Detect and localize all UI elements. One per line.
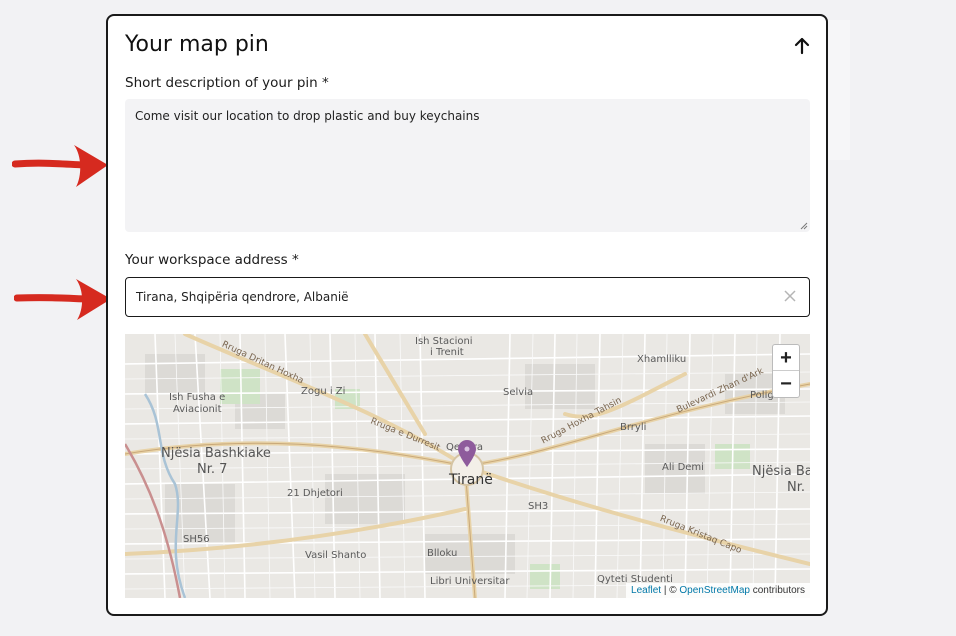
map-label: Nr. 7 bbox=[197, 462, 228, 477]
zoom-in-button[interactable]: + bbox=[773, 345, 799, 371]
address-input[interactable]: Tirana, Shqipëria qendrore, Albanië bbox=[125, 277, 810, 317]
attribution-tail: contributors bbox=[749, 585, 805, 596]
background-panel bbox=[826, 20, 850, 160]
description-value: Come visit our location to drop plastic … bbox=[135, 109, 480, 123]
map-label: Zogu i Zi bbox=[301, 386, 346, 397]
map-label: Blloku bbox=[427, 548, 458, 559]
annotation-arrow-description bbox=[12, 145, 108, 187]
annotation-arrow-address bbox=[14, 279, 111, 320]
map-label: Njësia Bashkiake bbox=[161, 446, 271, 461]
map-label: Vasil Shanto bbox=[305, 550, 367, 561]
openstreetmap-link[interactable]: OpenStreetMap bbox=[679, 585, 750, 596]
close-icon[interactable] bbox=[783, 289, 797, 303]
map-city-label: Tiranë bbox=[449, 472, 493, 488]
map-label: Ish Stacioni bbox=[415, 336, 473, 347]
resize-grip-icon[interactable] bbox=[800, 222, 808, 230]
map-pin-card: Your map pin Short description of your p… bbox=[106, 14, 828, 616]
map-label: Nr. bbox=[787, 480, 806, 495]
description-textarea[interactable]: Come visit our location to drop plastic … bbox=[125, 99, 810, 232]
address-value: Tirana, Shqipëria qendrore, Albanië bbox=[136, 290, 349, 304]
card-title: Your map pin bbox=[125, 32, 269, 57]
map-label: Njësia Bas bbox=[752, 464, 810, 479]
map-label: Ish Fusha e bbox=[169, 392, 226, 403]
zoom-out-button[interactable]: − bbox=[773, 371, 799, 397]
map-marker-icon[interactable] bbox=[457, 440, 477, 468]
map-label: Xhamlliku bbox=[637, 354, 687, 365]
map-label: Ali Demi bbox=[662, 462, 704, 473]
map-label: Selvia bbox=[503, 387, 534, 398]
description-label: Short description of your pin * bbox=[125, 75, 329, 91]
map-attribution: Leaflet | © OpenStreetMap contributors bbox=[626, 583, 810, 598]
attribution-separator: | © bbox=[661, 585, 680, 596]
map-label: SH3 bbox=[528, 501, 549, 512]
map-label: Libri Universitar bbox=[430, 576, 510, 587]
map-label: SH56 bbox=[183, 534, 210, 545]
map-label: Aviacionit bbox=[173, 404, 222, 415]
address-label: Your workspace address * bbox=[125, 252, 299, 268]
arrow-up-icon[interactable] bbox=[790, 34, 814, 58]
map-label: i Trenit bbox=[430, 347, 464, 358]
map-label: Brryli bbox=[620, 422, 647, 433]
map-label: 21 Dhjetori bbox=[287, 488, 343, 499]
zoom-control: + − bbox=[772, 344, 800, 398]
map-view[interactable]: Ish Stacioni i Trenit Xhamlliku Rruga Dr… bbox=[125, 334, 810, 598]
leaflet-link[interactable]: Leaflet bbox=[631, 585, 661, 596]
